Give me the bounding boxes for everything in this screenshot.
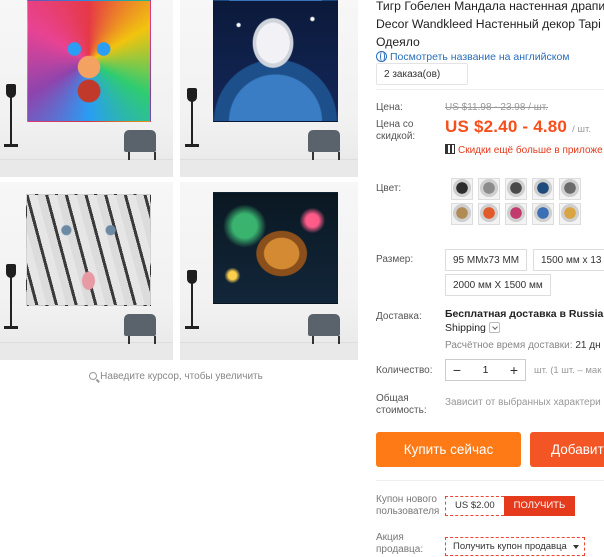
- color-label: Цвет:: [376, 183, 402, 194]
- color-swatch[interactable]: [478, 203, 500, 225]
- quantity-decrease-button[interactable]: −: [446, 360, 468, 380]
- shipping-title: Бесплатная доставка в Russian F: [445, 308, 604, 320]
- quantity-input[interactable]: 1: [468, 364, 503, 376]
- old-price: US $11.98 - 23.98 / шт.: [445, 102, 549, 113]
- seller-coupon-select[interactable]: Получить купон продавца: [445, 537, 585, 556]
- seller-label-line-1: Акция: [376, 532, 404, 543]
- sale-price: US $2.40 - 4.80 / шт.: [445, 117, 591, 137]
- coupon-label-line-2: пользователя: [376, 506, 440, 517]
- product-info: Тигр Гобелен Мандала настенная драпи Dec…: [376, 0, 604, 557]
- quantity-note: шт. (1 шт. – мак: [534, 365, 602, 376]
- color-swatch[interactable]: [505, 203, 527, 225]
- app-promo-link[interactable]: Скидки ещё больше в приложе: [445, 144, 603, 156]
- zoom-hint-text: Наведите курсор, чтобы увеличить: [100, 371, 263, 382]
- translate-link-text: Посмотреть название на английском: [390, 51, 570, 63]
- new-user-coupon-label: Купон нового пользователя: [376, 494, 439, 518]
- discount-label-line-2: скидкой:: [376, 131, 416, 142]
- size-option-1[interactable]: 95 MMx73 MM: [445, 249, 528, 271]
- gallery-image-4[interactable]: [180, 182, 358, 360]
- seller-promo-label: Акция продавца:: [376, 532, 423, 556]
- zoom-hint: Наведите курсор, чтобы увеличить: [0, 371, 352, 382]
- add-to-cart-button[interactable]: Добавит: [530, 432, 604, 467]
- size-label: Размер:: [376, 254, 414, 265]
- delivery-time-label: Расчётное время доставки:: [445, 340, 573, 351]
- color-swatch[interactable]: [505, 178, 527, 200]
- white-tiger-earth-image: [213, 0, 338, 122]
- gallery-image-3[interactable]: [0, 182, 173, 360]
- total-label-line-1: Общая: [376, 393, 409, 404]
- total-label-line-2: стоимость:: [376, 405, 427, 416]
- orders-count: 2 заказа(ов): [376, 63, 468, 85]
- color-swatch[interactable]: [478, 178, 500, 200]
- size-option-2[interactable]: 1500 мм x 13: [533, 249, 604, 271]
- discount-label-line-1: Цена со: [376, 119, 414, 130]
- buy-now-button[interactable]: Купить сейчас: [376, 432, 521, 467]
- product-gallery: [0, 0, 358, 360]
- discount-price-label: Цена со скидкой:: [376, 119, 415, 143]
- sale-price-value: US $2.40 - 4.80: [445, 117, 568, 136]
- gallery-image-2[interactable]: [180, 0, 358, 177]
- color-swatch[interactable]: [559, 203, 581, 225]
- quantity-increase-button[interactable]: +: [503, 360, 525, 380]
- white-tiger-face-image: [26, 194, 151, 306]
- gallery-image-1[interactable]: [0, 0, 173, 177]
- shipping-method: Shipping: [445, 322, 486, 334]
- shipping-method-select[interactable]: Shipping: [445, 322, 500, 334]
- globe-icon: [376, 51, 387, 62]
- magnifier-icon: [89, 372, 98, 380]
- get-coupon-button[interactable]: ПОЛУЧИТЬ: [503, 496, 576, 516]
- divider: [376, 480, 604, 481]
- quantity-label: Количество:: [376, 365, 433, 376]
- qr-code-icon: [445, 144, 455, 154]
- coupon-value: US $2.00: [445, 496, 504, 516]
- title-line-1: Тигр Гобелен Мандала настенная драпи: [376, 0, 604, 13]
- lion-galaxy-image: [213, 192, 338, 304]
- delivery-time-value: 21 дн: [575, 340, 601, 351]
- shipping-label: Доставка:: [376, 311, 422, 322]
- total-label: Общая стоимость:: [376, 393, 427, 417]
- chevron-down-icon: [488, 322, 500, 333]
- color-swatch[interactable]: [451, 178, 473, 200]
- rainbow-lion-image: [27, 0, 151, 122]
- color-swatch[interactable]: [559, 178, 581, 200]
- color-swatch[interactable]: [451, 203, 473, 225]
- delivery-time: Расчётное время доставки: 21 дн: [445, 340, 601, 351]
- seller-coupon-text: Получить купон продавца: [453, 541, 567, 552]
- seller-label-line-2: продавца:: [376, 544, 424, 555]
- title-line-2: Decor Wandkleed Настенный декор Tapi: [376, 17, 601, 31]
- color-swatch[interactable]: [532, 203, 554, 225]
- price-label: Цена:: [376, 102, 403, 113]
- product-title: Тигр Гобелен Мандала настенная драпи Dec…: [376, 0, 604, 51]
- dropdown-arrow-icon: [573, 545, 579, 549]
- app-promo-text: Скидки ещё больше в приложе: [458, 145, 603, 156]
- size-option-3[interactable]: 2000 мм X 1500 мм: [445, 274, 551, 296]
- price-unit: / шт.: [572, 124, 591, 135]
- title-line-3: Одеяло: [376, 35, 420, 49]
- translate-title-link[interactable]: Посмотреть название на английском: [376, 51, 570, 63]
- new-user-coupon: US $2.00 ПОЛУЧИТЬ: [445, 496, 576, 516]
- quantity-stepper: − 1 +: [445, 359, 526, 381]
- divider: [376, 89, 604, 90]
- total-value: Зависит от выбранных характери: [445, 397, 601, 408]
- color-swatch[interactable]: [532, 178, 554, 200]
- coupon-label-line-1: Купон нового: [376, 494, 437, 505]
